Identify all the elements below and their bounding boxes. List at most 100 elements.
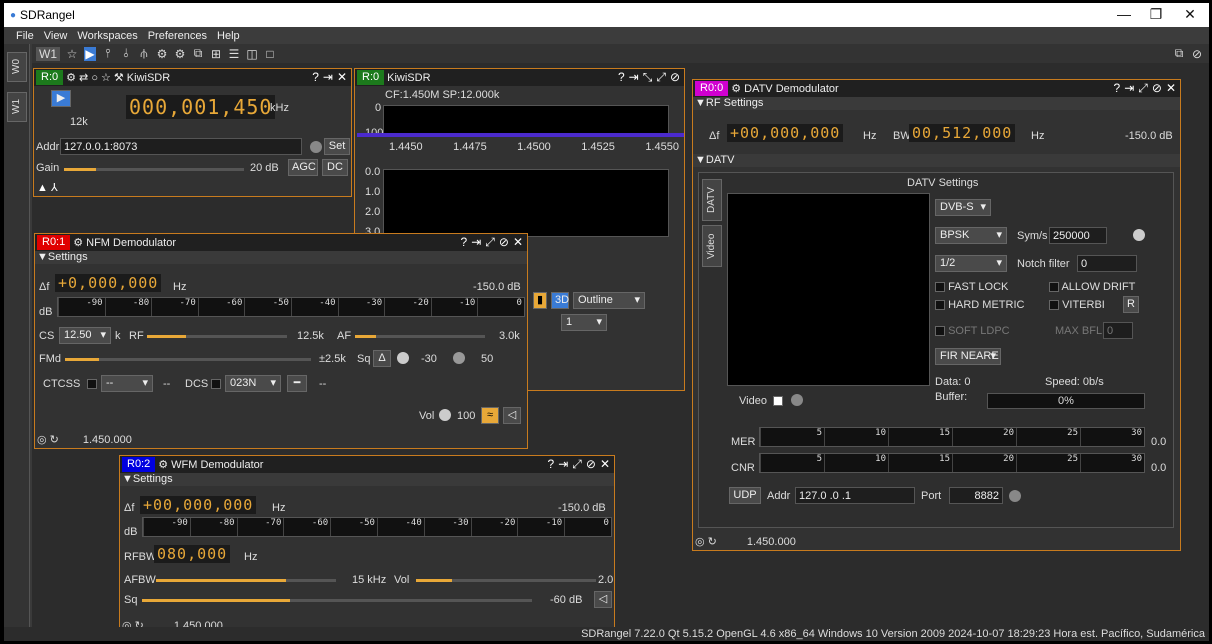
soft-ldpc-checkbox[interactable]: SOFT LDPC xyxy=(935,325,1010,337)
vol-dial[interactable] xyxy=(439,409,451,421)
udp-button[interactable]: UDP xyxy=(729,487,761,504)
sq-gate-dial[interactable] xyxy=(453,352,465,364)
add-tx-icon[interactable]: ⫰ xyxy=(120,46,132,61)
help-icon[interactable]: ? xyxy=(461,235,468,250)
speaker-icon[interactable]: ◁ xyxy=(503,407,521,424)
nfm-shift[interactable]: +0,000,000 xyxy=(55,274,162,292)
3d-icon[interactable]: 3D xyxy=(551,292,569,309)
triangle-icon[interactable]: ▲ ⅄ xyxy=(37,181,58,194)
notch-input[interactable]: 0 xyxy=(1077,255,1137,272)
workspace-label[interactable]: W1 xyxy=(36,46,60,61)
viterbi-checkbox[interactable]: VITERBI xyxy=(1049,299,1105,311)
delta-button[interactable]: Δ xyxy=(373,350,391,367)
center-frequency[interactable]: 000,001,450 xyxy=(126,95,276,119)
play-icon[interactable]: ▶ xyxy=(84,46,96,61)
close-icon[interactable]: ✕ xyxy=(513,235,523,250)
syms-input[interactable]: 250000 xyxy=(1049,227,1107,244)
channel-icon[interactable]: ◎ ↻ xyxy=(37,433,59,446)
maximize-icon[interactable]: ⤢ xyxy=(656,70,666,85)
shrink-icon[interactable]: ⤡ xyxy=(643,70,653,85)
tab-datv[interactable]: DATV xyxy=(702,179,722,221)
maximize-icon[interactable]: ⤢ xyxy=(572,457,582,472)
help-icon[interactable]: ? xyxy=(618,70,625,85)
video-checkbox[interactable] xyxy=(773,396,783,406)
wfm-shift[interactable]: +00,000,000 xyxy=(140,496,257,514)
close-icon[interactable]: ✕ xyxy=(337,70,347,84)
udp-addr-input[interactable]: 127.0 .0 .1 xyxy=(795,487,915,504)
color-map-icon[interactable]: ▮ xyxy=(533,292,547,309)
columns-icon[interactable]: ◫ xyxy=(246,47,258,61)
dcs-checkbox[interactable] xyxy=(211,379,221,389)
feature-icon[interactable]: ⚙ xyxy=(174,47,186,61)
menu-view[interactable]: View xyxy=(44,30,68,42)
stack-select[interactable]: 1 xyxy=(561,314,607,331)
hide-icon[interactable]: ⊘ xyxy=(499,235,509,250)
menu-preferences[interactable]: Preferences xyxy=(148,30,207,42)
spectrum-plot[interactable] xyxy=(383,105,669,135)
allow-drift-checkbox[interactable]: ALLOW DRIFT xyxy=(1049,281,1135,293)
addr-input[interactable]: 127.0.0.1:8073 xyxy=(60,138,302,155)
cs-select[interactable]: 12.50 xyxy=(59,327,111,344)
rfbw-value[interactable]: 080,000 xyxy=(154,545,231,563)
add-mimo-icon[interactable]: ⫛ xyxy=(138,46,150,61)
hide-icon[interactable]: ⊘ xyxy=(1152,81,1162,96)
star-icon[interactable]: ☆ xyxy=(66,47,78,61)
dc-button[interactable]: DC xyxy=(322,159,348,176)
dcs-minus-button[interactable]: ━ xyxy=(287,375,307,392)
max-bfl-input[interactable]: 0 xyxy=(1103,322,1133,339)
help-icon[interactable]: ? xyxy=(548,457,555,472)
ctcss-select[interactable]: -- xyxy=(101,375,153,392)
af-slider[interactable] xyxy=(355,335,485,338)
minimize-icon[interactable]: — xyxy=(1109,6,1139,22)
dcs-select[interactable]: 023N xyxy=(225,375,281,392)
restore-icon[interactable]: ❐ xyxy=(1141,6,1171,23)
audio-filter-icon[interactable]: ≈ xyxy=(481,407,499,424)
gain-slider[interactable] xyxy=(64,168,244,171)
fir-select[interactable]: FIR NEARE xyxy=(935,348,1001,365)
hide-icon[interactable]: ⊘ xyxy=(586,457,596,472)
wfm-section[interactable]: ▼Settings xyxy=(120,473,614,486)
vol-slider[interactable] xyxy=(416,579,596,582)
agc-button[interactable]: AGC xyxy=(288,159,318,176)
workspace-tab-w1[interactable]: W1 xyxy=(7,92,27,122)
fmd-slider[interactable] xyxy=(65,358,311,361)
port-input[interactable]: 8882 xyxy=(949,487,1003,504)
undock-icon[interactable]: ⧉ xyxy=(1173,46,1185,61)
cascade-icon[interactable]: ⧉ xyxy=(192,46,204,61)
rf-section[interactable]: ▼RF Settings xyxy=(693,97,1180,110)
close-icon[interactable]: ✕ xyxy=(600,457,610,472)
standard-select[interactable]: DVB-S xyxy=(935,199,991,216)
fec-select[interactable]: 1/2 xyxy=(935,255,1007,272)
move-icon[interactable]: ⇥ xyxy=(471,235,481,250)
channel-icon[interactable]: ◎ ↻ xyxy=(695,535,717,548)
move-icon[interactable]: ⇥ xyxy=(323,70,333,84)
settings-icon[interactable]: ⚙ xyxy=(158,458,168,471)
hide-icon[interactable]: ⊘ xyxy=(1191,47,1203,61)
settings-icon[interactable]: ⚙ xyxy=(73,236,83,249)
settings-icon[interactable]: ⚙ xyxy=(731,82,741,95)
ctcss-checkbox[interactable] xyxy=(87,379,97,389)
outline-select[interactable]: Outline xyxy=(573,292,645,309)
afbw-slider[interactable] xyxy=(156,579,336,582)
syms-dial[interactable] xyxy=(1133,229,1145,241)
move-icon[interactable]: ⇥ xyxy=(1124,81,1134,96)
tile-icon[interactable]: ⊞ xyxy=(210,47,222,61)
add-rx-icon[interactable]: ⫯ xyxy=(102,46,114,61)
menu-file[interactable]: File xyxy=(16,30,34,42)
maximize-icon[interactable]: ⤢ xyxy=(1138,81,1148,96)
hide-icon[interactable]: ⊘ xyxy=(670,70,680,85)
datv-bw[interactable]: 00,512,000 xyxy=(909,124,1016,142)
start-button[interactable]: ▶ xyxy=(51,90,71,107)
r-button[interactable]: R xyxy=(1123,296,1139,313)
fast-lock-checkbox[interactable]: FAST LOCK xyxy=(935,281,1008,293)
move-icon[interactable]: ⇥ xyxy=(558,457,568,472)
tab-video[interactable]: Video xyxy=(702,225,722,267)
stack-icon[interactable]: ☰ xyxy=(228,47,240,61)
close-icon[interactable]: ✕ xyxy=(1166,81,1176,96)
help-icon[interactable]: ? xyxy=(1114,81,1121,96)
set-button[interactable]: Set xyxy=(324,138,350,155)
maximize-icon[interactable]: □ xyxy=(264,47,276,61)
datv-section[interactable]: ▼DATV xyxy=(693,154,1180,167)
nfm-section[interactable]: ▼Settings xyxy=(35,251,527,264)
settings-icon[interactable]: ⚙ ⇄ ○ ☆ ⚒ xyxy=(66,71,124,84)
